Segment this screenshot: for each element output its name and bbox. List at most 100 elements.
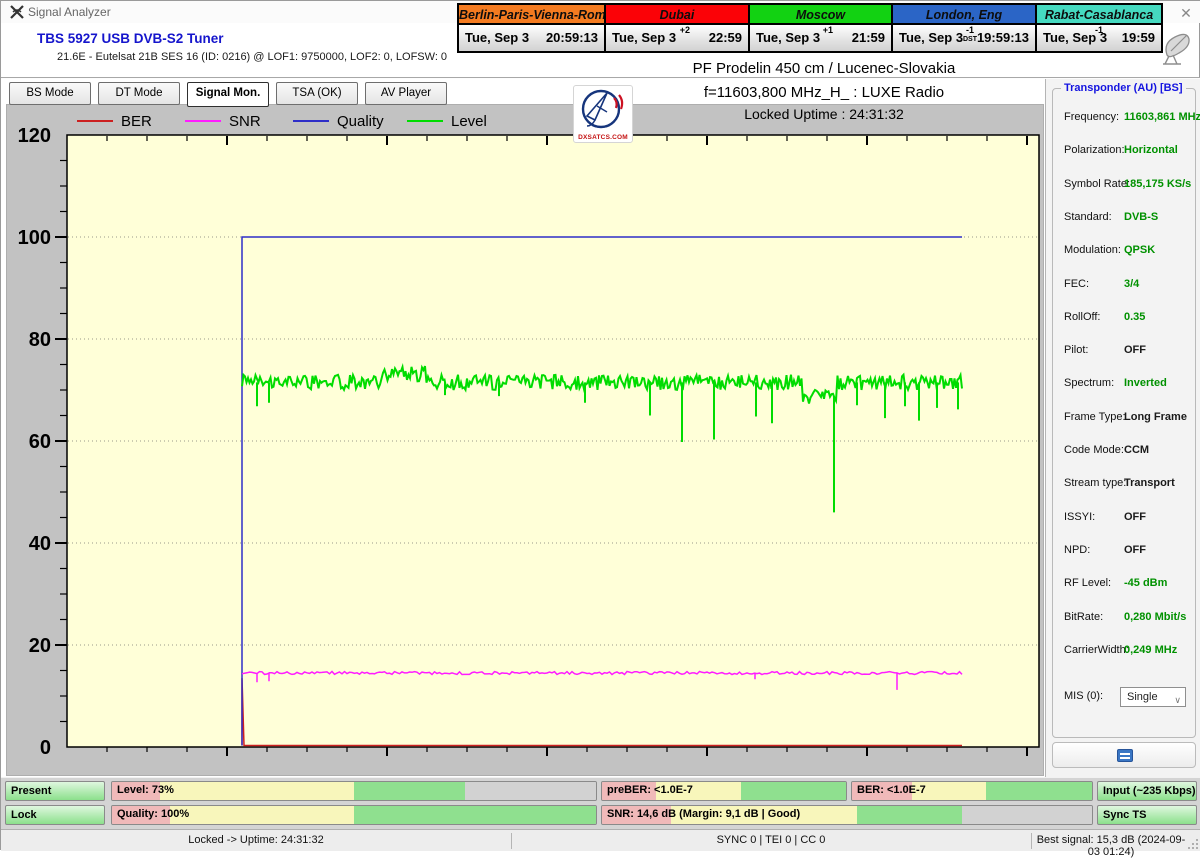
indicator-led: Present [5,781,105,801]
y-tick-label: 40 [29,533,51,555]
clock-date: Tue, Sep 3 [756,30,820,45]
tab-tsa-ok-[interactable]: TSA (OK) [276,82,358,105]
transponder-row-value: OFF [1124,544,1146,556]
transponder-row: FEC:3/4 [1046,278,1200,294]
resize-grip[interactable] [1187,837,1199,855]
transponder-row: Polarization:Horizontal [1046,144,1200,160]
transponder-row: CarrierWidth:0,249 MHz [1046,644,1200,660]
window-title: Signal Analyzer [28,5,111,19]
legend-label-snr: SNR [229,113,261,130]
indicator-bars-area: PresentLevel: 73%preBER: <1.0E-7BER: <1.… [1,777,1200,829]
transponder-row-label: Spectrum: [1064,377,1114,389]
bar-label: SNR: 14,6 dB (Margin: 9,1 dB | Good) [607,808,800,820]
bar-segment [962,806,1092,824]
tab-signal-mon-[interactable]: Signal Mon. [187,82,269,107]
clock-city-label: Moscow [750,5,891,25]
transponder-row: Symbol Rate:185,175 KS/s [1046,178,1200,194]
statusbar-uptime: Locked -> Uptime: 24:31:32 [1,834,511,846]
clock-city-label: Rabat-Casablanca [1037,5,1161,25]
y-tick-label: 20 [29,635,51,657]
transponder-row-label: Stream type: [1064,477,1126,489]
indicator-bar: Level: 73% [111,781,597,801]
transponder-row: RollOff:0.35 [1046,311,1200,327]
transponder-row-label: Frequency: [1064,111,1119,123]
transponder-row: Standard:DVB-S [1046,211,1200,227]
transponder-panel: Transponder (AU) [BS] Frequency:11603,86… [1045,79,1200,779]
transponder-row-label: ISSYI: [1064,511,1095,523]
transponder-row-label: NPD: [1064,544,1090,556]
statusbar-sync: SYNC 0 | TEI 0 | CC 0 [511,834,1031,846]
clock-hms: 19:59:13 [977,30,1029,45]
legend-label-level: Level [451,113,487,130]
transponder-row-value: 0.35 [1124,311,1145,323]
clock-cell: Berlin-Paris-Vienna-RomaTue, Sep 320:59:… [459,5,604,51]
clock-cell: Rabat-CasablancaTue, Sep 3-119:59 [1035,5,1161,51]
clock-date: Tue, Sep 3 [465,30,529,45]
transponder-row-value: 3/4 [1124,278,1139,290]
transponder-row-value: Inverted [1124,377,1167,389]
transponder-row-label: Modulation: [1064,244,1121,256]
y-tick-label: 0 [40,737,51,759]
chevron-down-icon: ∨ [1174,691,1181,709]
site-description: PF Prodelin 450 cm / Lucenec-Slovakia [601,60,1047,77]
signal-chart: 020406080100120BERSNRQualityLevel [7,105,1043,775]
tuner-details: 21.6E - Eutelsat 21B SES 16 (ID: 0216) @… [57,51,447,63]
transponder-row-value: Horizontal [1124,144,1178,156]
bar-label: BER: <1.0E-7 [857,784,926,796]
transponder-row-value: 185,175 KS/s [1124,178,1191,190]
bar-segment [986,782,1092,800]
transponder-row-label: BitRate: [1064,611,1103,623]
legend-label-ber: BER [121,113,152,130]
mis-dropdown[interactable]: Single ∨ [1120,687,1186,707]
clock-city-label: Berlin-Paris-Vienna-Roma [459,5,604,25]
indicator-bar: SNR: 14,6 dB (Margin: 9,1 dB | Good) [601,805,1093,825]
disk-icon [1117,749,1133,762]
y-tick-label: 100 [18,227,51,249]
transponder-row-value: Long Frame [1124,411,1187,423]
transponder-row-value: OFF [1124,511,1146,523]
tab-av-player[interactable]: AV Player [365,82,447,105]
legend-label-quality: Quality [337,113,384,130]
transponder-row: Pilot:OFF [1046,344,1200,360]
clock-cell: Moscow Tue, Sep 3+1 21:59 [748,5,891,51]
transponder-row-value: 11603,861 MHz [1124,111,1200,123]
transponder-row: RF Level:-45 dBm [1046,577,1200,593]
y-tick-label: 120 [18,125,51,147]
transponder-row-value: 0,249 MHz [1124,644,1177,656]
transponder-row: NPD: OFF [1046,544,1200,560]
stream-dump-button[interactable] [1052,742,1196,768]
clock-dst-label: DST [963,35,977,44]
indicator-bar: BER: <1.0E-7 [851,781,1093,801]
clock-cell: London, EngTue, Sep 3-1DST19:59:13 [891,5,1035,51]
clock-utc-offset: +2 [680,26,690,35]
bar-segment [354,806,596,824]
clock-hms: 19:59 [1122,30,1155,45]
clock-utc-offset: +1 [823,26,833,35]
clock-time: Tue, Sep 3-119:59 [1037,25,1161,51]
indicator-led: Input (~235 Kbps) [1097,781,1197,801]
clock-city-label: Dubai [606,5,748,25]
app-satellite-icon [9,4,25,25]
transponder-row: Spectrum: Inverted [1046,377,1200,393]
transponder-row-label: Symbol Rate: [1064,178,1130,190]
transponder-row-value: OFF [1124,344,1146,356]
bar-segment [465,782,596,800]
clock-hms: 21:59 [852,30,885,45]
close-icon[interactable]: ✕ [1176,4,1196,22]
transponder-row-value: QPSK [1124,244,1155,256]
clock-hms: 22:59 [709,30,742,45]
bar-segment [160,782,354,800]
bar-label: Quality: 100% [117,808,189,820]
tab-bs-mode[interactable]: BS Mode [9,82,91,105]
clock-utc-offset: -1 [1095,26,1103,35]
clock-time: Tue, Sep 3+1 21:59 [750,25,891,51]
tab-dt-mode[interactable]: DT Mode [98,82,180,105]
clock-date: Tue, Sep 3 [612,30,676,45]
transponder-row-value: Transport [1124,477,1175,489]
tuner-name: TBS 5927 USB DVB-S2 Tuner [37,31,224,46]
dxsatcs-logo-text: DXSATCS.COM [574,134,632,141]
clock-time: Tue, Sep 3 +2 22:59 [606,25,748,51]
transponder-row-label: CarrierWidth: [1064,644,1129,656]
y-tick-label: 60 [29,431,51,453]
indicator-led: Sync TS [1097,805,1197,825]
